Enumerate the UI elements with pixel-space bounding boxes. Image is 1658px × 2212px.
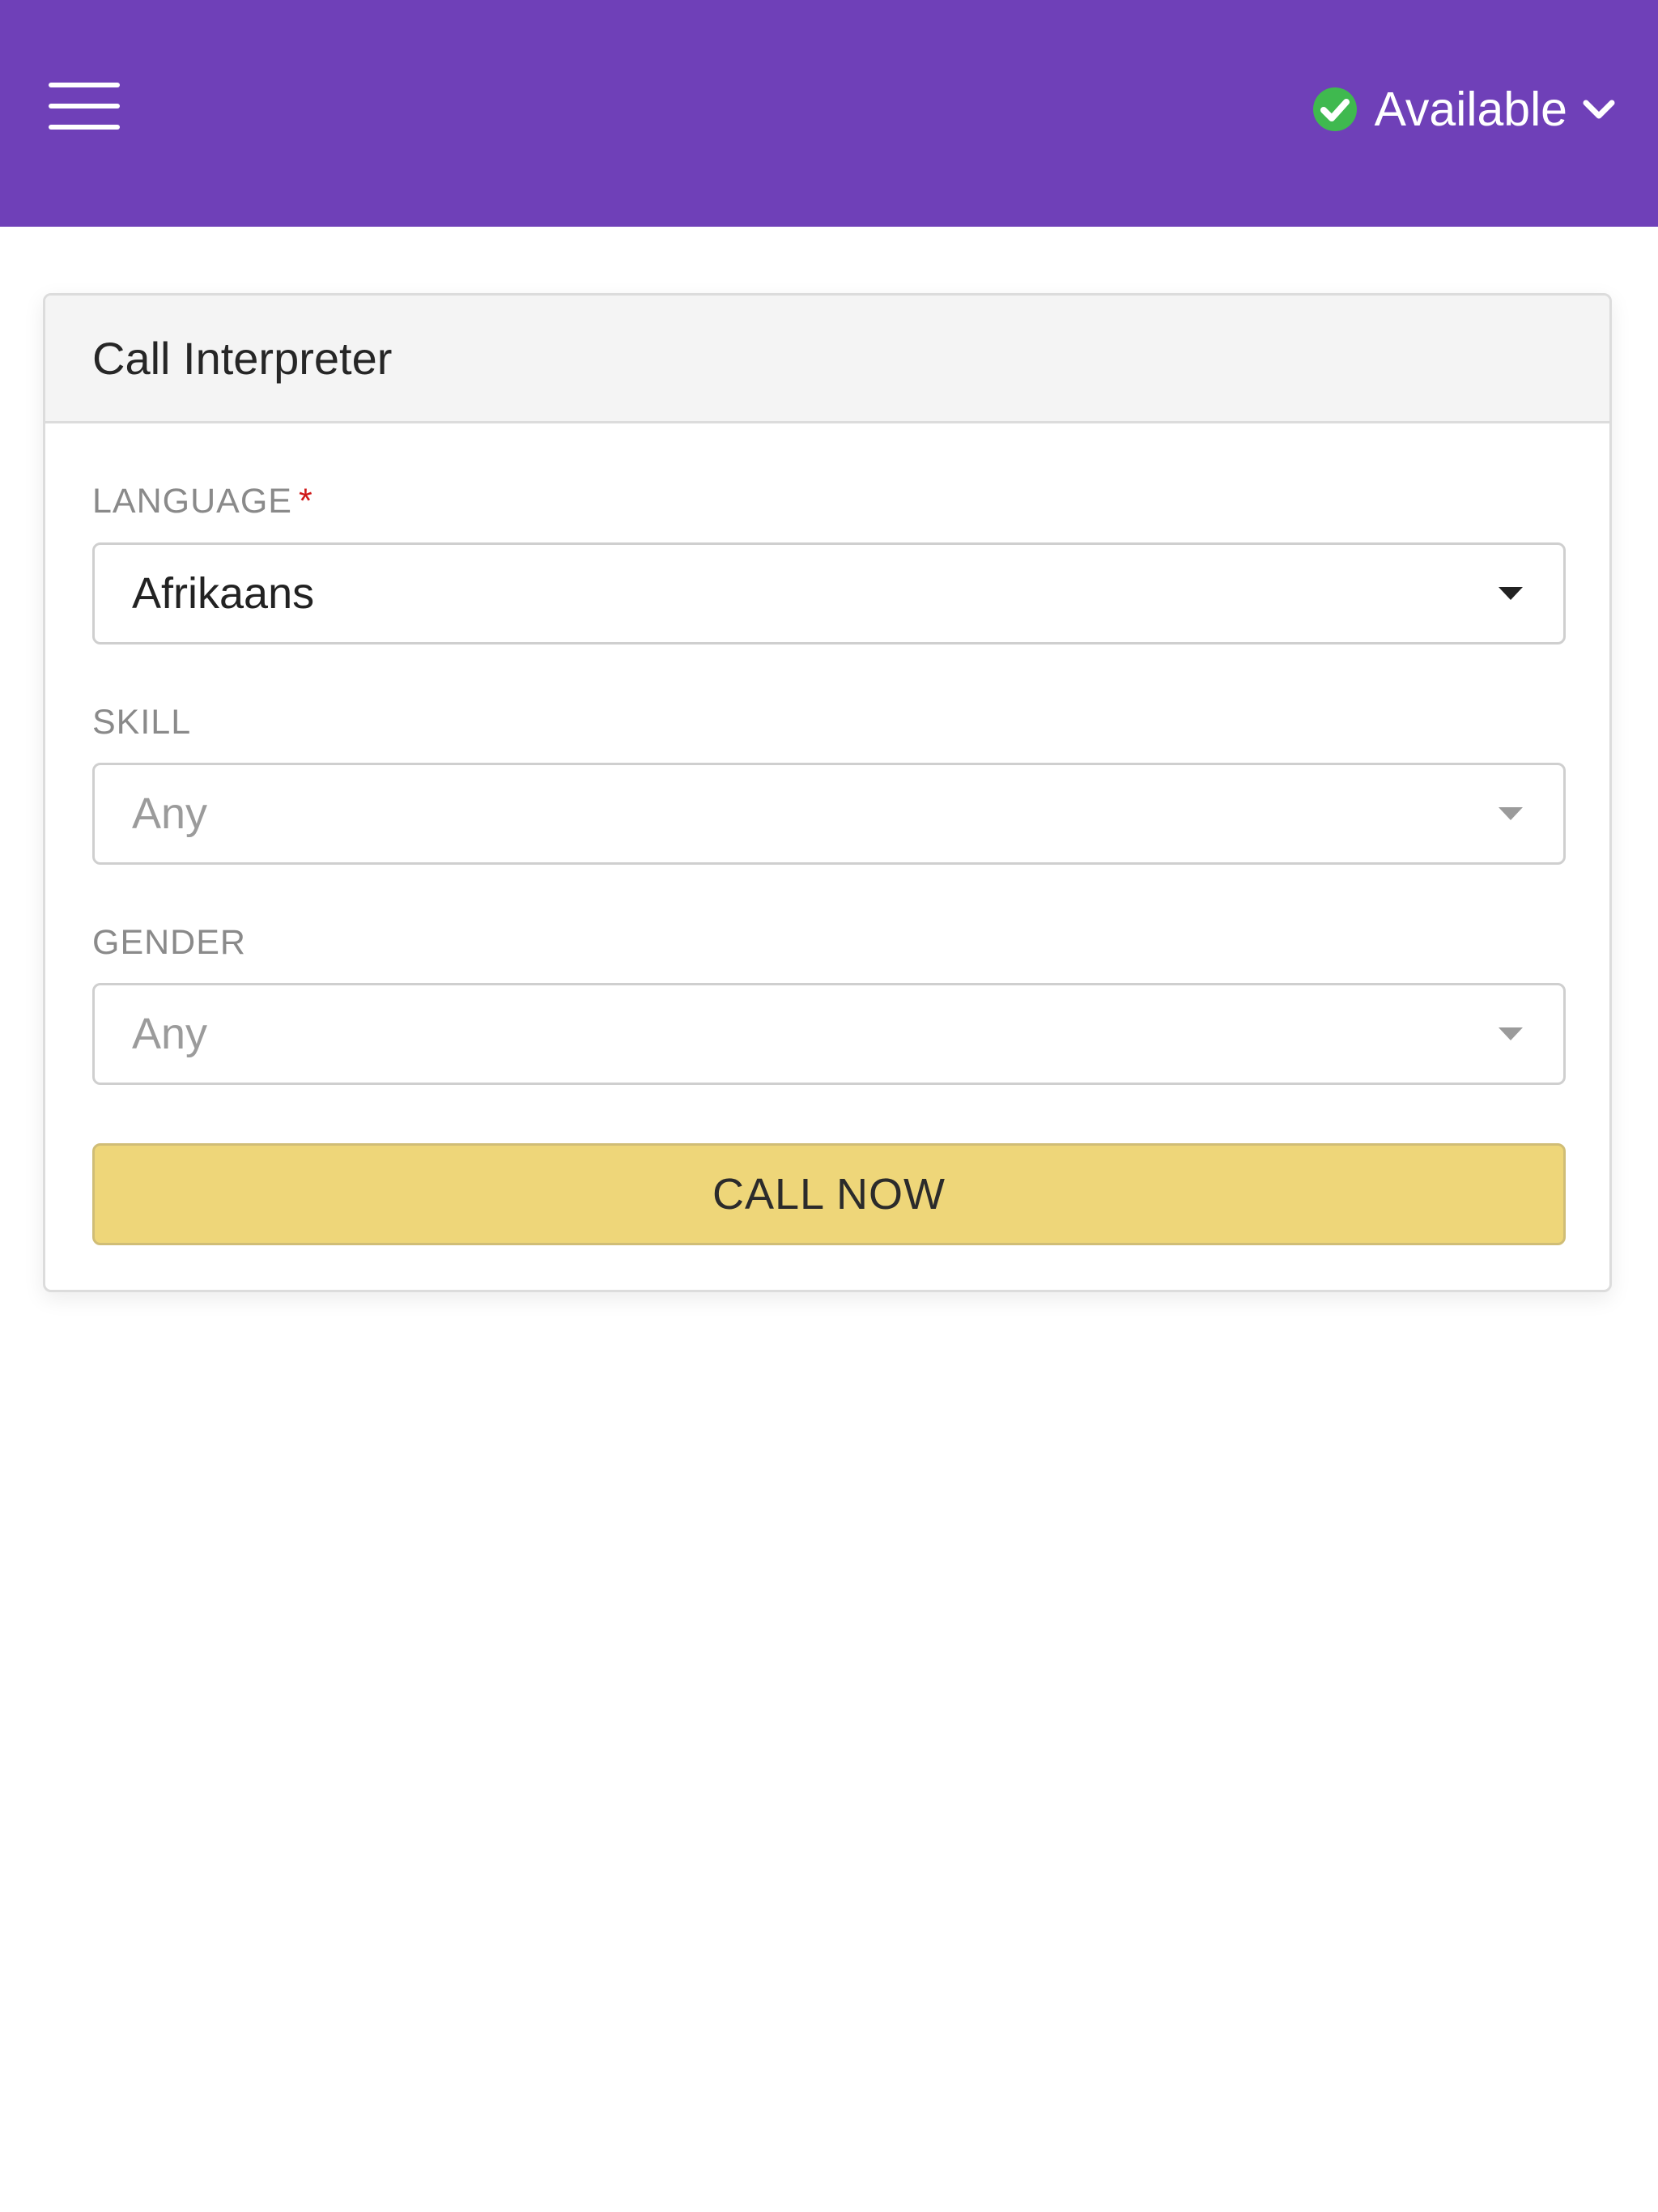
gender-select[interactable]: Any (92, 983, 1566, 1085)
card-title: Call Interpreter (92, 333, 393, 384)
skill-select[interactable]: Any (92, 763, 1566, 865)
card-header: Call Interpreter (45, 296, 1609, 423)
check-circle-icon (1312, 87, 1357, 131)
caret-down-icon (1499, 587, 1523, 600)
hamburger-menu-icon-line-middle (49, 104, 120, 108)
gender-label-text: GENDER (92, 923, 246, 962)
status-label: Available (1374, 83, 1567, 136)
hamburger-menu-button[interactable] (42, 78, 123, 134)
skill-label: SKILL (92, 703, 191, 742)
availability-status-dropdown[interactable]: Available (1312, 77, 1618, 142)
hamburger-menu-icon-line-bottom (49, 125, 120, 130)
gender-select-value: Any (132, 1010, 208, 1058)
top-app-bar: Available (0, 0, 1658, 227)
hamburger-menu-icon-line-top (49, 83, 120, 87)
chevron-down-icon (1583, 100, 1615, 119)
language-label: LANGUAGE * (92, 482, 313, 521)
language-label-text: LANGUAGE (92, 482, 292, 521)
caret-down-icon (1499, 807, 1523, 820)
skill-select-value: Any (132, 789, 208, 838)
language-select-value: Afrikaans (132, 569, 315, 618)
skill-label-text: SKILL (92, 703, 192, 742)
required-asterisk: * (298, 482, 313, 521)
language-select[interactable]: Afrikaans (92, 542, 1566, 644)
caret-down-icon (1499, 1027, 1523, 1040)
gender-label: GENDER (92, 923, 246, 963)
call-interpreter-card: Call Interpreter LANGUAGE * Afrikaans SKI… (43, 293, 1612, 1292)
call-now-button[interactable]: CALL NOW (92, 1143, 1566, 1245)
